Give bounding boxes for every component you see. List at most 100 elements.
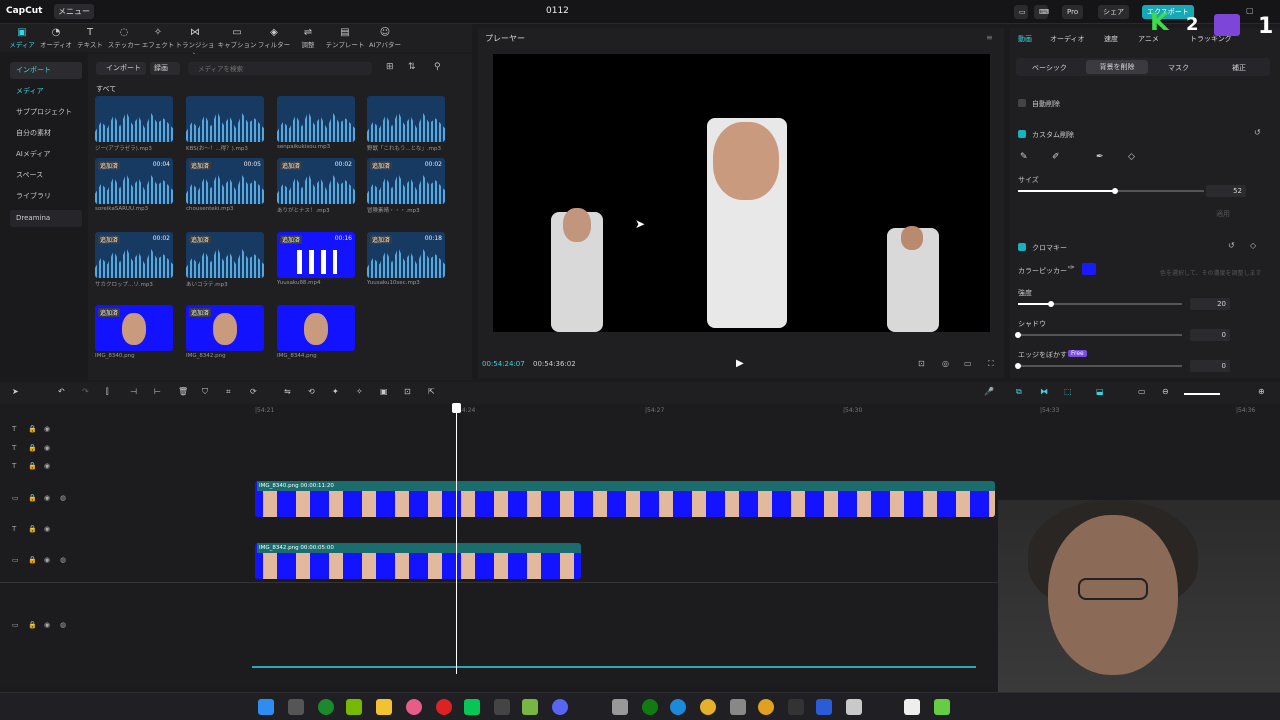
intensity-value[interactable]: 20 (1190, 298, 1230, 310)
playhead[interactable] (456, 404, 457, 674)
edge-icon[interactable] (670, 699, 686, 715)
redo-icon[interactable]: ↷ (82, 387, 89, 396)
shadow-value[interactable]: 0 (1190, 329, 1230, 341)
tab-filters[interactable]: ◈ フィルター (257, 27, 291, 51)
shadow-slider[interactable] (1015, 332, 1182, 338)
sidebar-item-library[interactable]: ライブラリ (10, 188, 82, 205)
clip-img-8342[interactable]: IMG_8342.png 00:00:05:00 (255, 543, 581, 579)
filter-icon[interactable]: ⚲ (434, 62, 441, 72)
folder-icon[interactable] (376, 699, 392, 715)
eye-icon[interactable]: ◉ (44, 525, 50, 533)
keyboard-icon[interactable]: ⌨ (1034, 5, 1049, 19)
menu-button[interactable]: メニュー (54, 4, 94, 19)
subtab-basic[interactable]: ベーシック (1032, 63, 1067, 73)
media-item[interactable]: 追加済 IMG_8342.png (186, 305, 264, 359)
tab-templates[interactable]: ▤ テンプレート (325, 27, 365, 51)
window-controls-icon[interactable]: ▢ (1246, 6, 1254, 15)
caption-track-icon[interactable]: ▭ (1138, 387, 1146, 396)
sidebar-item-dreamina[interactable]: Dreamina (10, 210, 82, 227)
eye-icon[interactable]: ◉ (44, 425, 50, 433)
chroma-reset-icon[interactable]: ↺ (1228, 241, 1235, 250)
media-thumbnail[interactable]: 追加済 00:18 (367, 232, 445, 278)
media-thumbnail[interactable] (186, 96, 264, 142)
app-icon[interactable] (406, 699, 422, 715)
playhead-handle[interactable] (452, 403, 461, 413)
delete-icon[interactable]: 🗑 (178, 387, 188, 396)
lock-icon[interactable]: 🔒 (28, 425, 37, 433)
xbox-icon[interactable] (642, 699, 658, 715)
zoom-out-icon[interactable]: ⊖ (1162, 387, 1169, 396)
layout-icon[interactable]: ▭ (1014, 5, 1028, 19)
key-color-swatch[interactable] (1082, 263, 1096, 275)
media-search-input[interactable] (188, 62, 372, 75)
sidebar-item-import[interactable]: インポート (10, 62, 82, 79)
media-item[interactable]: 野獣「これもう...とな」.mp3 (367, 96, 445, 152)
speed-icon[interactable]: ⟳ (250, 387, 257, 396)
aspect-icon[interactable]: ▭ (964, 359, 972, 368)
tab-text[interactable]: T テキスト (73, 27, 107, 51)
nvidia-icon[interactable] (346, 699, 362, 715)
intensity-slider[interactable] (1018, 301, 1182, 307)
edge-slider[interactable] (1015, 363, 1182, 369)
extract-icon[interactable]: ⇱ (428, 387, 435, 396)
eye-icon[interactable]: ◉ (44, 621, 50, 629)
grid-view-icon[interactable]: ⊞ (386, 62, 394, 72)
tab-audio-inspector[interactable]: オーディオ (1050, 34, 1085, 44)
ratio-icon[interactable]: ⊡ (918, 359, 925, 368)
import-button[interactable]: インポート (96, 62, 146, 75)
zoom-in-icon[interactable]: ⊕ (1258, 387, 1265, 396)
reset-icon[interactable]: ↺ (1254, 128, 1261, 137)
eye-icon[interactable]: ◉ (44, 462, 50, 470)
minecraft-icon[interactable] (934, 699, 950, 715)
record-button[interactable]: 録画 (150, 62, 180, 75)
media-item[interactable]: KBS(お〜！...得？).mp3 (186, 96, 264, 152)
sidebar-item-spaces[interactable]: スペース (10, 167, 82, 184)
record-icon[interactable] (436, 699, 452, 715)
media-item[interactable]: 追加済 00:16 Yuusaku88.mp4 (277, 232, 355, 286)
split-icon[interactable]: ⫿ (106, 387, 109, 397)
tab-transitions[interactable]: ⋈トランジション (175, 27, 215, 59)
select-tool-icon[interactable]: ➤ (12, 387, 19, 396)
pro-button[interactable]: Pro (1062, 5, 1084, 19)
audio-mute-icon[interactable]: ◍ (60, 494, 66, 502)
clip-img-8340[interactable]: IMG_8340.png 00:00:11:20 (255, 481, 995, 517)
chrome-icon[interactable] (700, 699, 716, 715)
tab-ai-avatar[interactable]: ☺ AIアバター (365, 27, 405, 51)
apply-button[interactable]: 適用 (1216, 209, 1230, 219)
stabilize-icon[interactable]: ✦ (332, 387, 339, 396)
lock-icon[interactable]: 🔒 (28, 444, 37, 452)
tab-adjust[interactable]: ⇌ 調整 (291, 27, 325, 51)
line-icon[interactable] (464, 699, 480, 715)
zoom-slider[interactable] (1184, 393, 1220, 395)
zoom-fit-icon[interactable]: ◎ (942, 359, 949, 368)
windows-start-icon[interactable] (258, 699, 274, 715)
audio-mute-icon[interactable]: ◍ (60, 621, 66, 629)
microphone-icon[interactable]: 🎤 (984, 387, 994, 396)
tab-speed[interactable]: 速度 (1104, 34, 1118, 44)
media-thumbnail[interactable]: 追加済 00:05 (186, 158, 264, 204)
media-thumbnail[interactable]: 追加済 (186, 305, 264, 351)
media-thumbnail[interactable]: 追加済 (95, 305, 173, 351)
media-item[interactable]: 追加済 あいコラテ.mp3 (186, 232, 264, 288)
media-item[interactable]: IMG_8344.png (277, 305, 355, 359)
link-icon[interactable]: ⧉ (1016, 387, 1022, 397)
keyframe-icon[interactable]: ◇ (1250, 241, 1256, 250)
tool-icon[interactable] (612, 699, 628, 715)
rotate-icon[interactable]: ⟲ (308, 387, 315, 396)
media-thumbnail[interactable]: 追加済 (186, 232, 264, 278)
media-item[interactable]: 追加済 IMG_8340.png (95, 305, 173, 359)
fullscreen-icon[interactable]: ⛶ (988, 359, 994, 369)
edge-value[interactable]: 0 (1190, 360, 1230, 372)
linkage-icon[interactable]: ⬓ (1096, 387, 1104, 396)
subtab-mask[interactable]: マスク (1168, 63, 1189, 73)
tab-effects[interactable]: ✧ エフェクト (141, 27, 175, 51)
g-icon[interactable] (788, 699, 804, 715)
obs-icon[interactable] (318, 699, 334, 715)
tab-audio[interactable]: ◔ オーディオ (39, 27, 73, 51)
taskview-icon[interactable] (288, 699, 304, 715)
chroma-key-checkbox[interactable] (1018, 243, 1026, 251)
paint-icon[interactable] (846, 699, 862, 715)
lock-icon[interactable]: 🔒 (28, 462, 37, 470)
discord-icon[interactable] (552, 699, 568, 715)
video-preview[interactable]: ➤ (493, 54, 990, 332)
